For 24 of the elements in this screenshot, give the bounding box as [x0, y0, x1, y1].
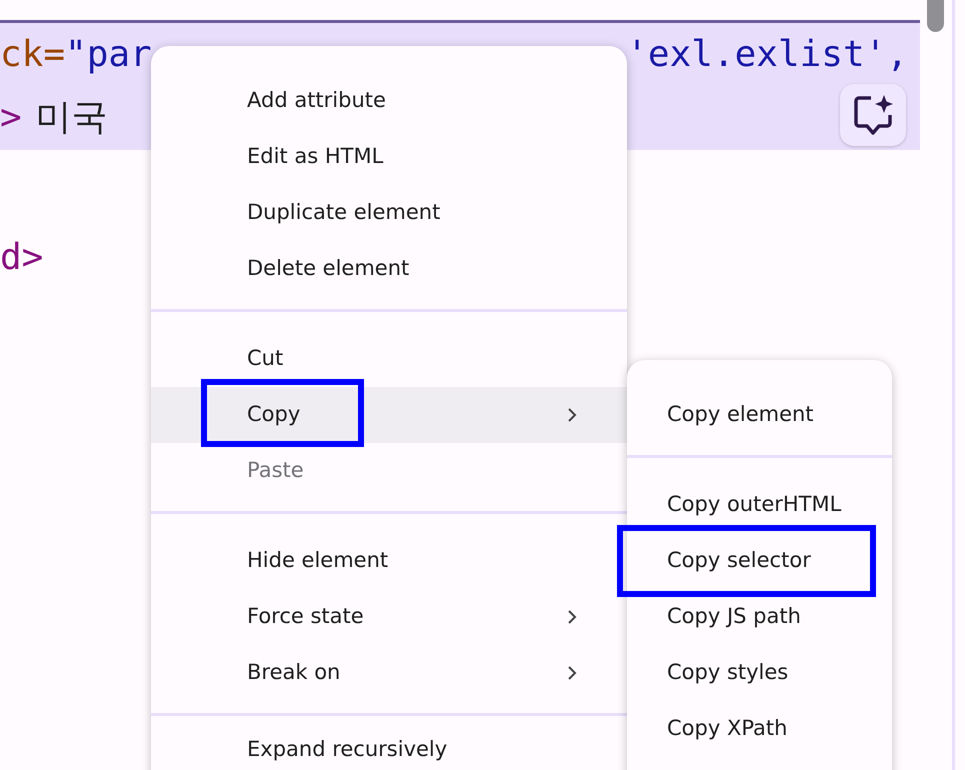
menu-item[interactable]: Copy outerHTML — [627, 477, 892, 533]
menu-item[interactable]: Cut — [151, 331, 627, 387]
menu-item[interactable]: Copy styles — [627, 645, 892, 701]
scrollbar-thumb[interactable] — [927, 0, 944, 32]
attribute-value: "par — [65, 34, 152, 74]
menu-item[interactable]: Duplicate element — [151, 185, 627, 241]
menu-item[interactable]: Add attribute — [151, 73, 627, 129]
menu-item[interactable]: Copy XPath — [627, 701, 892, 757]
menu-item[interactable]: Copy selector — [627, 533, 892, 589]
menu-item[interactable]: Copy element — [627, 387, 892, 443]
tag-bracket: > — [0, 97, 22, 138]
attribute-value: 'exl.exlist', — [626, 34, 908, 74]
ai-chat-button[interactable] — [840, 84, 906, 146]
menu-item[interactable]: Delete element — [151, 241, 627, 297]
tag-bracket: d> — [0, 237, 44, 278]
menu-item[interactable]: Copy — [151, 387, 627, 443]
element-text: 미국 — [36, 97, 108, 138]
menu-item[interactable]: Expand recursively — [151, 722, 627, 770]
menu-item[interactable]: Edit as HTML — [151, 129, 627, 185]
menu-item[interactable]: Break on — [151, 645, 627, 701]
attribute-name: ck= — [0, 34, 66, 74]
menu-item[interactable]: Force state — [151, 589, 627, 645]
menu-item[interactable]: Copy JS path — [627, 589, 892, 645]
menu-item[interactable]: Hide element — [151, 533, 627, 589]
